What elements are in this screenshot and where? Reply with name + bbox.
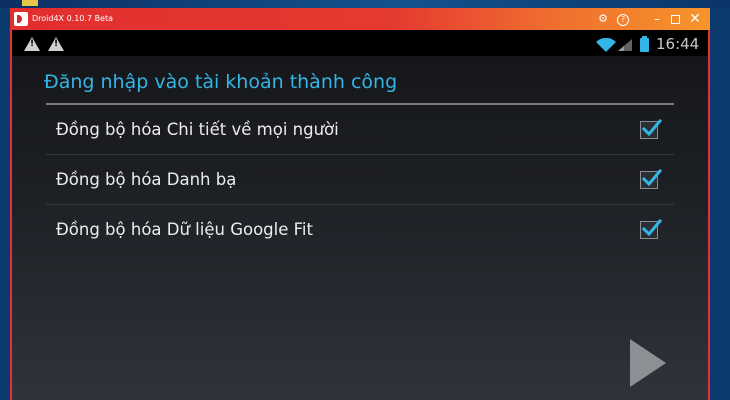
warning-icon bbox=[24, 37, 40, 51]
status-clock: 16:44 bbox=[656, 35, 700, 53]
help-icon[interactable]: ? bbox=[614, 10, 632, 28]
play-arrow-icon bbox=[630, 339, 666, 387]
window-title: Droid4X 0.10.7 Beta bbox=[32, 14, 114, 23]
droid4x-logo-icon bbox=[14, 12, 28, 26]
close-icon[interactable]: ✕ bbox=[686, 10, 704, 28]
window-titlebar[interactable]: Droid4X 0.10.7 Beta ⚙ ? – ✕ bbox=[10, 8, 710, 30]
status-bar: 16:44 bbox=[12, 30, 708, 56]
battery-icon bbox=[640, 36, 649, 52]
checkmark-icon bbox=[641, 168, 662, 187]
checkmark-icon bbox=[641, 218, 662, 237]
sync-people-checkbox[interactable] bbox=[640, 118, 662, 139]
page-title: Đăng nhập vào tài khoản thành công bbox=[44, 71, 398, 93]
list-item-label: Đồng bộ hóa Dữ liệu Google Fit bbox=[56, 220, 313, 239]
sync-contacts-checkbox[interactable] bbox=[640, 168, 662, 189]
wifi-icon bbox=[596, 38, 616, 52]
next-button[interactable] bbox=[626, 335, 670, 391]
emulator-window: Droid4X 0.10.7 Beta ⚙ ? – ✕ 16:44 Đăng n… bbox=[10, 8, 710, 400]
minimize-icon[interactable]: – bbox=[648, 10, 666, 28]
list-item-sync-contacts[interactable]: Đồng bộ hóa Danh bạ bbox=[46, 155, 674, 205]
checkmark-icon bbox=[641, 118, 662, 137]
android-screen: 16:44 Đăng nhập vào tài khoản thành công… bbox=[12, 30, 708, 400]
desktop-taskbar-accent bbox=[22, 0, 38, 6]
gear-icon[interactable]: ⚙ bbox=[594, 10, 612, 28]
sync-options-list: Đồng bộ hóa Chi tiết về mọi người Đồng b… bbox=[46, 105, 674, 254]
signal-icon bbox=[618, 39, 632, 51]
list-item-sync-google-fit[interactable]: Đồng bộ hóa Dữ liệu Google Fit bbox=[46, 205, 674, 254]
desktop-background bbox=[0, 0, 730, 8]
maximize-icon[interactable] bbox=[666, 10, 684, 28]
sync-google-fit-checkbox[interactable] bbox=[640, 218, 662, 239]
warning-icon bbox=[48, 37, 64, 51]
list-item-sync-people[interactable]: Đồng bộ hóa Chi tiết về mọi người bbox=[46, 105, 674, 155]
list-item-label: Đồng bộ hóa Danh bạ bbox=[56, 170, 237, 189]
list-item-label: Đồng bộ hóa Chi tiết về mọi người bbox=[56, 120, 339, 139]
